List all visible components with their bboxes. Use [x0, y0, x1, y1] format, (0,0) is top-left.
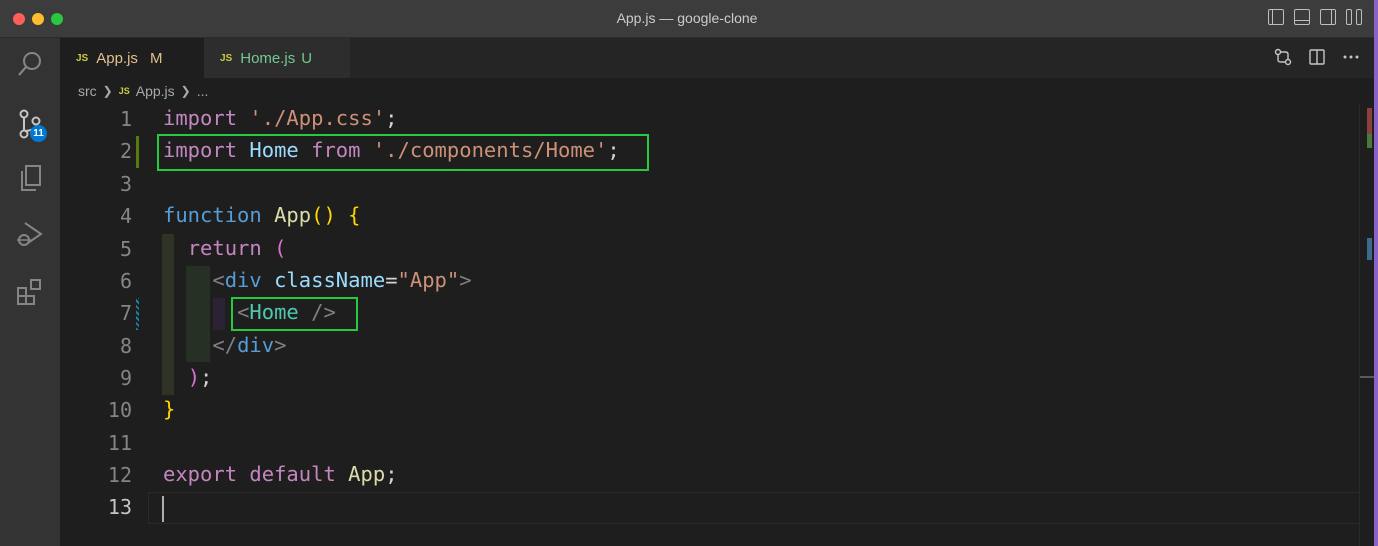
chevron-right-icon: ❯ — [102, 84, 113, 98]
source-control-icon[interactable]: 11 — [0, 100, 60, 148]
javascript-file-icon: JS — [118, 86, 130, 96]
vscode-window: App.js — google-clone 11 JS App.js M JS … — [0, 0, 1374, 546]
code-line[interactable]: } — [163, 397, 175, 421]
code-line[interactable]: <div className="App"> — [163, 268, 471, 292]
line-number: 7 — [119, 301, 132, 325]
text-cursor — [162, 496, 164, 522]
code-editor[interactable]: 1 2 3 4 5 6 7 8 9 10 11 12 13 import './… — [60, 104, 1374, 546]
line-number: 11 — [107, 431, 132, 455]
minimap-change-marker — [1367, 108, 1372, 134]
vertical-scrollbar[interactable] — [1359, 104, 1374, 546]
code-line[interactable]: </div> — [163, 333, 286, 357]
code-line[interactable]: ); — [163, 365, 213, 389]
untracked-indicator: U — [301, 49, 313, 67]
modified-line-marker — [136, 298, 139, 330]
breadcrumb-folder[interactable]: src — [78, 83, 97, 99]
breadcrumb: src ❯ JS App.js ❯ ... — [60, 78, 1374, 104]
source-control-badge: 11 — [30, 125, 47, 142]
breadcrumb-file[interactable]: App.js — [136, 83, 175, 99]
line-number: 10 — [107, 398, 132, 422]
toggle-secondary-sidebar-icon[interactable] — [1320, 9, 1336, 25]
customize-layout-icon[interactable] — [1346, 9, 1362, 25]
javascript-file-icon: JS — [76, 52, 89, 64]
current-line-highlight — [148, 492, 1360, 524]
title-bar: App.js — google-clone — [0, 0, 1374, 38]
scroll-position-indicator — [1360, 376, 1374, 378]
tab-app-js[interactable]: JS App.js M — [60, 38, 204, 78]
toggle-panel-icon[interactable] — [1294, 9, 1310, 25]
code-line[interactable]: import './App.css'; — [163, 106, 398, 130]
extensions-icon[interactable] — [0, 268, 60, 316]
breadcrumb-more[interactable]: ... — [197, 83, 209, 99]
line-number: 8 — [119, 334, 132, 358]
modified-indicator: M — [149, 49, 163, 67]
line-number: 6 — [119, 269, 132, 293]
line-number: 5 — [119, 237, 132, 261]
activity-bar: 11 — [0, 38, 60, 546]
line-number: 1 — [119, 107, 132, 131]
layout-controls — [1268, 9, 1362, 25]
more-actions-icon[interactable] — [1342, 48, 1360, 66]
home-component-highlight-box — [231, 297, 358, 331]
code-line[interactable]: export default App; — [163, 462, 398, 486]
code-line[interactable]: function App() { — [163, 203, 361, 227]
editor-tab-bar: JS App.js M JS Home.js U — [60, 38, 1374, 78]
chevron-right-icon: ❯ — [180, 84, 191, 98]
tab-label: Home.js — [240, 49, 296, 67]
line-number: 4 — [119, 204, 132, 228]
tab-home-js[interactable]: JS Home.js U — [204, 38, 350, 78]
code-line[interactable]: return ( — [163, 236, 287, 260]
search-icon[interactable] — [0, 40, 60, 88]
window-title: App.js — google-clone — [616, 10, 758, 26]
editor-actions — [1274, 48, 1360, 66]
line-number: 2 — [119, 139, 132, 163]
added-line-marker — [136, 136, 139, 168]
line-number: 12 — [107, 463, 132, 487]
javascript-file-icon: JS — [220, 52, 233, 64]
open-changes-icon[interactable] — [1274, 48, 1292, 66]
run-debug-icon[interactable] — [0, 210, 60, 258]
line-number: 13 — [107, 495, 132, 519]
line-number: 9 — [119, 366, 132, 390]
tab-label: App.js — [96, 49, 138, 67]
toggle-primary-sidebar-icon[interactable] — [1268, 9, 1284, 25]
split-editor-icon[interactable] — [1308, 48, 1326, 66]
minimap-change-marker — [1367, 238, 1372, 260]
import-home-highlight-box — [157, 134, 649, 171]
explorer-icon[interactable] — [0, 154, 60, 202]
minimap-change-marker — [1367, 134, 1372, 148]
line-number: 3 — [119, 172, 132, 196]
